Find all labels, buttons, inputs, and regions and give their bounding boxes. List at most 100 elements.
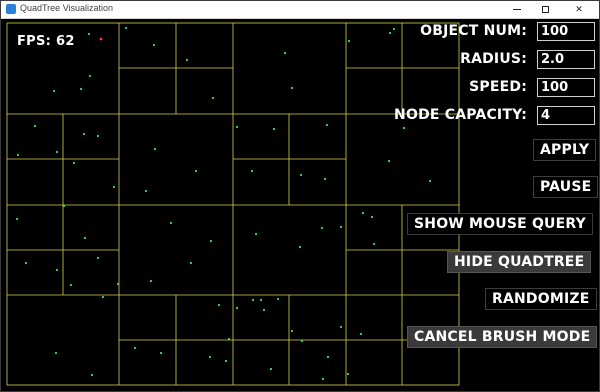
speed-label: SPEED: (469, 79, 527, 95)
particle-dot (149, 279, 153, 283)
object-num-label: OBJECT NUM: (420, 23, 527, 39)
particle-dot (235, 125, 239, 129)
particle-dot (189, 261, 193, 265)
particle-dot (326, 355, 330, 359)
window-title: QuadTree Visualization (20, 3, 114, 13)
particle-dot (209, 239, 213, 243)
highlighted-particle (99, 37, 103, 41)
particle-dot (361, 211, 365, 215)
particle-dot (82, 132, 86, 136)
particle-dot (69, 283, 73, 287)
close-icon: ✕ (575, 4, 583, 15)
particle-dot (112, 185, 116, 189)
particle-dot (283, 51, 287, 55)
particle-dot (83, 236, 87, 240)
particle-dot (235, 306, 239, 310)
cancel-brush-mode-button[interactable]: CANCEL BRUSH MODE (407, 326, 598, 348)
particle-dot (323, 177, 327, 181)
particle-dot (62, 204, 66, 208)
particle-dot (359, 332, 363, 336)
quadtree-grid (6, 22, 460, 386)
particle-dot (325, 123, 329, 127)
app-window: QuadTree Visualization ✕ FPS: 62 OBJECT … (0, 0, 600, 392)
particle-dot (55, 150, 59, 154)
particle-dot (87, 32, 91, 36)
particle-dot (211, 96, 215, 100)
fps-counter: FPS: 62 (17, 34, 75, 49)
radius-field[interactable] (537, 50, 595, 69)
node-capacity-field[interactable] (537, 106, 595, 125)
show-mouse-query-button[interactable]: SHOW MOUSE QUERY (407, 213, 593, 235)
particle-dot (33, 124, 37, 128)
particle-dot (388, 31, 392, 35)
particle-dot (346, 372, 350, 376)
radius-label: RADIUS: (460, 51, 527, 67)
minimize-button[interactable] (505, 1, 529, 18)
node-capacity-label: NODE CAPACITY: (394, 107, 527, 123)
particle-dot (124, 26, 128, 30)
particle-dot (96, 134, 100, 138)
particle-dot (16, 153, 20, 157)
particle-dot (227, 337, 231, 341)
particle-dot (54, 351, 58, 355)
particle-dot (116, 282, 120, 286)
maximize-icon (541, 6, 549, 13)
particle-dot (298, 245, 302, 249)
particle-dot (15, 217, 19, 221)
particle-dot (387, 159, 391, 163)
particle-dot (72, 161, 76, 165)
particle-dot (79, 87, 83, 91)
particle-dot (392, 27, 396, 31)
particle-dot (217, 303, 221, 307)
particle-dot (402, 126, 406, 130)
particle-layer (15, 26, 432, 381)
particle-dot (194, 169, 198, 173)
particle-dot (347, 39, 351, 43)
particle-dot (169, 221, 173, 225)
particle-dot (250, 169, 254, 173)
hide-quadtree-button[interactable]: HIDE QUADTREE (447, 251, 592, 273)
particle-dot (276, 297, 280, 301)
particle-dot (262, 308, 266, 312)
particle-dot (339, 225, 343, 229)
particle-dot (133, 346, 137, 350)
maximize-button[interactable] (533, 1, 557, 18)
particle-dot (372, 242, 376, 246)
title-bar: QuadTree Visualization ✕ (1, 1, 599, 19)
particle-dot (299, 173, 303, 177)
particle-dot (259, 298, 263, 302)
particle-dot (272, 127, 276, 131)
speed-field[interactable] (537, 78, 595, 97)
particle-dot (269, 367, 273, 371)
particle-dot (96, 256, 100, 260)
particle-dot (428, 179, 432, 183)
particle-dot (88, 74, 92, 78)
particle-dot (300, 339, 304, 343)
particle-dot (153, 147, 157, 151)
particle-dot (144, 189, 148, 193)
particle-dot (152, 43, 156, 47)
particle-dot (251, 298, 255, 302)
object-num-field[interactable] (537, 22, 595, 41)
particle-dot (55, 268, 59, 272)
close-button[interactable]: ✕ (567, 1, 591, 18)
particle-dot (254, 232, 258, 236)
particle-dot (90, 373, 94, 377)
particle-dot (208, 355, 212, 359)
particle-dot (185, 58, 189, 62)
particle-dot (321, 377, 325, 381)
app-icon (6, 4, 16, 14)
particle-dot (52, 89, 56, 93)
randomize-button[interactable]: RANDOMIZE (485, 288, 597, 310)
particle-dot (159, 351, 163, 355)
apply-button[interactable]: APPLY (533, 139, 597, 161)
particle-dot (339, 325, 343, 329)
particle-dot (320, 226, 324, 230)
particle-dot (290, 329, 294, 333)
particle-dot (24, 261, 28, 265)
particle-dot (224, 359, 228, 363)
particle-dot (101, 295, 105, 299)
minimize-icon (513, 9, 521, 10)
pause-button[interactable]: PAUSE (533, 176, 599, 198)
particle-dot (370, 215, 374, 219)
